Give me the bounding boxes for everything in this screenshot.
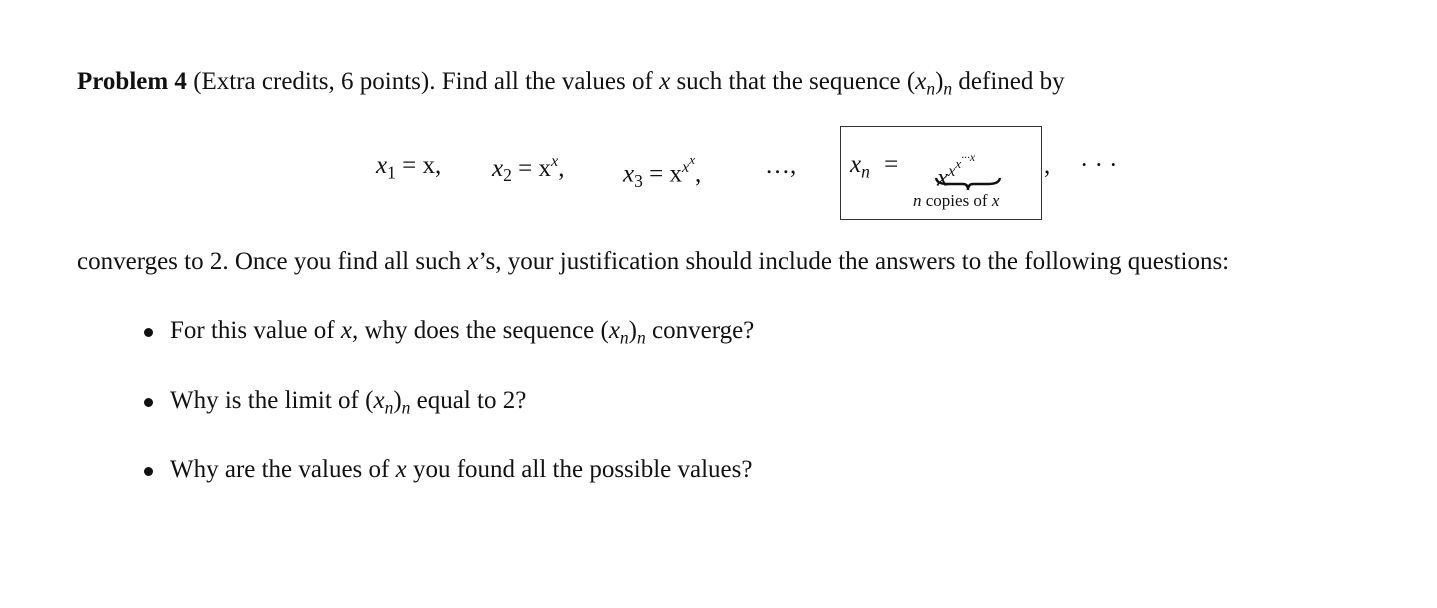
ellipsis: …,	[765, 152, 797, 179]
question-item: For this value of x, why does the sequen…	[170, 317, 755, 348]
intro-text: defined by	[958, 68, 1065, 95]
brace-label: n copies of x	[913, 191, 1000, 210]
intro-text: Find all the values of	[441, 68, 653, 95]
question-item: Why are the values of x you found all th…	[170, 456, 753, 483]
intro-text: such that the sequence	[676, 68, 901, 95]
problem-heading: Problem 4	[77, 68, 187, 95]
problem-credit: (Extra credits, 6 points).	[193, 68, 436, 95]
equation-term-3: x3 = xxx,	[623, 152, 702, 191]
underbrace	[935, 177, 1001, 191]
body-text: converges to 2. Once you find all such x…	[77, 248, 1230, 275]
problem-statement: Problem 4 (Extra credits, 6 points). Fin…	[77, 68, 1065, 99]
comma: ,	[1044, 152, 1051, 179]
bullet-icon	[144, 328, 153, 337]
bullet-icon	[144, 467, 153, 476]
math-x: x	[659, 68, 671, 95]
ellipsis: · · ·	[1080, 152, 1118, 179]
bullet-icon	[144, 398, 153, 407]
boxed-lhs: xn =	[850, 151, 899, 182]
equation-term-2: x2 = xx,	[492, 152, 565, 185]
equation-term-1: x1 = x,	[376, 152, 442, 183]
sequence-notation: (xn)n	[906, 68, 953, 99]
boxed-general-term: xn = xxx···x n copies of x	[840, 126, 1042, 220]
question-item: Why is the limit of (xn)n equal to 2?	[170, 387, 527, 418]
